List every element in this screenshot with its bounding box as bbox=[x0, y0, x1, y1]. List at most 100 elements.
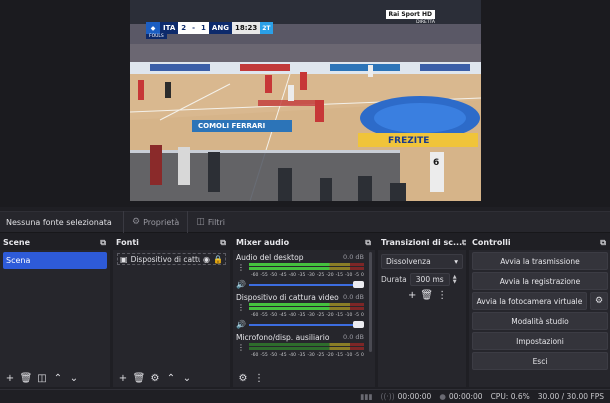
slider-handle[interactable] bbox=[353, 321, 364, 328]
volume-meter bbox=[249, 263, 364, 272]
meter-ticks: -60 -55 -50 -45 -40 -35 -30 -25 -20 -15 -10 -5 0 bbox=[251, 353, 364, 358]
kebab-menu-icon[interactable]: ⋮ bbox=[236, 303, 246, 312]
record-time: 00:00:00 bbox=[448, 392, 483, 401]
delete-scene-icon[interactable]: 🗑 bbox=[19, 371, 33, 385]
settings-button[interactable]: Impostazioni bbox=[472, 332, 608, 350]
mixer-channel: Dispositivo di cattura video 0.0 dB ⋮ -6… bbox=[233, 292, 367, 330]
duration-input[interactable]: 300 ms bbox=[409, 273, 450, 286]
mixer-toolbar: ⚙ ⋮ bbox=[233, 369, 375, 387]
move-down-icon[interactable]: ⌄ bbox=[180, 371, 194, 385]
mixer-channel: Microfono/disp. ausiliario 0.0 dB ⋮ -60-… bbox=[233, 332, 367, 359]
undock-icon[interactable]: ⧉ bbox=[365, 238, 371, 248]
lock-icon[interactable]: 🔒 bbox=[213, 255, 223, 264]
broadcaster-sub: DIRETTA bbox=[416, 20, 435, 25]
sources-dock: Fonti ⧉ ▣ Dispositivo di cattu ◉ 🔒 + 🗑 ⚙… bbox=[113, 235, 230, 387]
stream-time: 00:00:00 bbox=[397, 392, 432, 401]
mixer-dock-title: Mixer audio bbox=[236, 238, 290, 247]
exit-button[interactable]: Esci bbox=[472, 352, 608, 370]
kebab-menu-icon[interactable]: ⋮ bbox=[252, 371, 266, 385]
preview-video[interactable]: ◆ ITA 2 - 1 ANG 18:23 2T FOULS Rai Sport… bbox=[130, 0, 481, 201]
volume-slider[interactable] bbox=[249, 280, 364, 289]
mixer-channel-list: Audio del desktop 0.0 dB ⋮ -60 -55 -50 -45-… bbox=[233, 252, 367, 369]
kebab-menu-icon[interactable]: ⋮ bbox=[236, 343, 246, 352]
start-virtual-cam-button[interactable]: Avvia la fotocamera virtuale bbox=[472, 292, 587, 310]
mixer-body: Audio del desktop 0.0 dB ⋮ -60 -55 -50 -45-… bbox=[233, 250, 375, 387]
source-toolbar: Nessuna fonte selezionata ⚙ Proprietà ◫ … bbox=[0, 211, 610, 233]
scene-filters-icon[interactable]: ◫ bbox=[35, 371, 49, 385]
add-source-icon[interactable]: + bbox=[116, 371, 130, 385]
duration-row: Durata 300 ms ▲ ▼ bbox=[381, 273, 463, 286]
kebab-menu-icon[interactable]: ⋮ bbox=[236, 263, 246, 272]
mixer-scrollbar[interactable] bbox=[369, 252, 372, 352]
preview-area[interactable]: ◆ ITA 2 - 1 ANG 18:23 2T FOULS Rai Sport… bbox=[0, 0, 610, 207]
scene-dock-header: Scene ⧉ bbox=[0, 235, 110, 250]
move-up-icon[interactable]: ⌃ bbox=[51, 371, 65, 385]
sources-dock-title: Fonti bbox=[116, 238, 139, 247]
delete-transition-icon[interactable]: 🗑 bbox=[420, 290, 433, 301]
floor-banner-sponsor: COMOLI FERRARI bbox=[198, 122, 266, 130]
chevron-down-icon: ▾ bbox=[454, 257, 458, 266]
controls-body: Avvia la trasmissione Avvia la registraz… bbox=[469, 250, 610, 387]
floor-banner-frezite: FREZITE bbox=[388, 136, 430, 146]
scene-dock: Scene ⧉ Scena + 🗑 ◫ ⌃ ⌄ bbox=[0, 235, 110, 387]
duration-label: Durata bbox=[381, 275, 407, 284]
transitions-body: Dissolvenza ▾ Durata 300 ms ▲ ▼ + 🗑 ⋮ bbox=[378, 250, 466, 387]
source-item[interactable]: ▣ Dispositivo di cattu ◉ 🔒 bbox=[117, 253, 226, 265]
start-stream-button[interactable]: Avvia la trasmissione bbox=[472, 252, 608, 270]
channel-db: 0.0 dB bbox=[343, 293, 364, 301]
scene-list: Scena + 🗑 ◫ ⌃ ⌄ bbox=[0, 250, 110, 387]
scorebug-sub: FOULS bbox=[146, 34, 167, 39]
undock-icon[interactable]: ⧉ bbox=[600, 238, 606, 248]
fps-readout: 30.00 / 30.00 FPS bbox=[537, 392, 604, 401]
speaker-icon[interactable]: 🔊 bbox=[236, 320, 246, 329]
start-recording-button[interactable]: Avvia la registrazione bbox=[472, 272, 608, 290]
virtual-cam-settings-icon[interactable]: ⚙ bbox=[590, 292, 608, 310]
sources-dock-header: Fonti ⧉ bbox=[113, 235, 230, 250]
scorebug-score-sep: - bbox=[189, 22, 199, 34]
slider-handle[interactable] bbox=[353, 281, 364, 288]
scorebug-team-home: ITA bbox=[160, 22, 179, 34]
advanced-audio-icon[interactable]: ⚙ bbox=[236, 371, 250, 385]
source-list: ▣ Dispositivo di cattu ◉ 🔒 + 🗑 ⚙ ⌃ ⌄ bbox=[113, 250, 230, 387]
filters-button[interactable]: ◫ Filtri bbox=[187, 211, 233, 233]
kebab-menu-icon[interactable]: ⋮ bbox=[437, 290, 447, 301]
stream-status: ((·)) 00:00:00 bbox=[381, 392, 432, 401]
add-scene-icon[interactable]: + bbox=[3, 371, 17, 385]
delete-source-icon[interactable]: 🗑 bbox=[132, 371, 146, 385]
move-down-icon[interactable]: ⌄ bbox=[67, 371, 81, 385]
transitions-toolbar: + 🗑 ⋮ bbox=[408, 290, 466, 301]
player-number: 6 bbox=[433, 158, 440, 168]
channel-name: Audio del desktop bbox=[236, 252, 304, 262]
scorebug-score-home: 2 bbox=[178, 22, 190, 34]
move-up-icon[interactable]: ⌃ bbox=[164, 371, 178, 385]
transition-select[interactable]: Dissolvenza ▾ bbox=[381, 254, 463, 269]
source-item-label: Dispositivo di cattu bbox=[130, 254, 201, 264]
properties-button[interactable]: ⚙ Proprietà bbox=[123, 211, 187, 233]
record-status: ● 00:00:00 bbox=[439, 392, 482, 401]
source-properties-icon[interactable]: ⚙ bbox=[148, 371, 162, 385]
gear-icon: ⚙ bbox=[132, 217, 141, 227]
mixer-dock-header: Mixer audio ⧉ bbox=[233, 235, 375, 250]
scorebug-period: 2T bbox=[260, 22, 273, 34]
scorebug-clock: 18:23 bbox=[231, 22, 261, 34]
volume-meter bbox=[249, 343, 364, 352]
undock-icon[interactable]: ⧉ bbox=[462, 238, 466, 248]
scene-item[interactable]: Scena bbox=[3, 252, 107, 269]
undock-icon[interactable]: ⧉ bbox=[220, 238, 226, 248]
stream-icon: ((·)) bbox=[380, 392, 395, 401]
add-transition-icon[interactable]: + bbox=[408, 290, 416, 301]
undock-icon[interactable]: ⧉ bbox=[100, 238, 106, 248]
filters-label: Filtri bbox=[207, 217, 225, 227]
cpu-usage: CPU: 0.6% bbox=[490, 392, 530, 401]
federation-logo-icon: ◆ bbox=[146, 22, 160, 34]
scene-toolbar: + 🗑 ◫ ⌃ ⌄ bbox=[0, 369, 110, 387]
channel-name: Dispositivo di cattura video bbox=[236, 292, 339, 302]
volume-slider[interactable] bbox=[249, 320, 364, 329]
eye-icon[interactable]: ◉ bbox=[203, 255, 210, 264]
duration-stepper[interactable]: ▲ ▼ bbox=[453, 274, 457, 285]
scorebug-score-away: 1 bbox=[198, 22, 209, 34]
record-icon: ● bbox=[439, 392, 446, 401]
studio-mode-button[interactable]: Modalità studio bbox=[472, 312, 608, 330]
speaker-icon[interactable]: 🔊 bbox=[236, 280, 246, 289]
mixer-channel: Audio del desktop 0.0 dB ⋮ -60 -55 -50 -45-… bbox=[233, 252, 367, 290]
